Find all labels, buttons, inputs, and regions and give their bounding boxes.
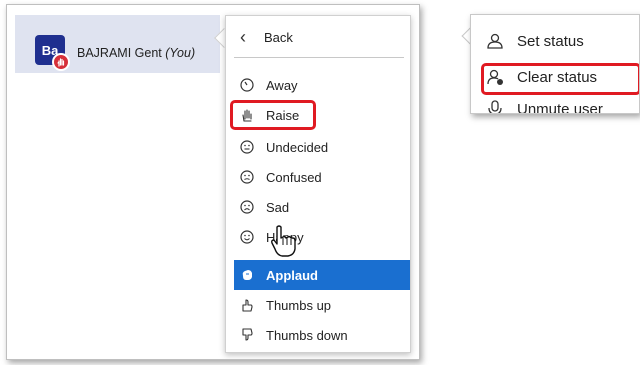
set-status-item[interactable]: Set status — [485, 27, 639, 55]
menu-item-label: Away — [266, 77, 298, 93]
sad-face-icon — [238, 198, 256, 216]
user-icon — [485, 31, 505, 51]
user-list-item[interactable]: Ba BAJRAMI Gent (You) — [15, 15, 220, 73]
happy-face-icon — [238, 228, 256, 246]
raise-hand-status-icon — [52, 53, 70, 71]
user-options-menu: Set status Clear status Unmute user — [470, 14, 640, 114]
set-status-label: Set status — [517, 32, 584, 50]
menu-item-applaud[interactable]: Applaud — [234, 260, 410, 290]
menu-item-thumbs-up[interactable]: Thumbs up — [234, 290, 410, 320]
menu-item-label: Thumbs down — [266, 327, 348, 343]
user-name-text: BAJRAMI Gent — [77, 46, 162, 60]
clear-status-highlight-box — [481, 63, 639, 95]
user-name: BAJRAMI Gent (You) — [77, 46, 195, 60]
unmute-user-item[interactable]: Unmute user — [485, 95, 639, 114]
menu-item-label: Applaud — [266, 267, 318, 283]
confused-face-icon — [238, 168, 256, 186]
back-button[interactable]: ‹ Back — [234, 27, 404, 58]
menu-item-thumbs-down[interactable]: Thumbs down — [234, 320, 410, 350]
thumbs-down-icon — [238, 326, 256, 344]
microphone-icon — [485, 99, 505, 113]
back-label: Back — [264, 30, 293, 45]
neutral-face-icon — [238, 138, 256, 156]
menu-item-confused[interactable]: Confused — [234, 162, 410, 192]
menu-item-away[interactable]: Away — [234, 70, 410, 100]
menu-item-label: Thumbs up — [266, 297, 332, 313]
you-tag: (You) — [165, 46, 196, 60]
user-list-screenshot: Ba BAJRAMI Gent (You) t i ‹ Back Away Ra… — [6, 4, 420, 360]
menu-item-happy[interactable]: Happy — [234, 222, 410, 252]
raise-highlight-box — [230, 100, 316, 130]
menu-item-sad[interactable]: Sad — [234, 192, 410, 222]
menu-item-undecided[interactable]: Undecided — [234, 132, 410, 162]
thumbs-up-icon — [238, 296, 256, 314]
clock-icon — [238, 76, 256, 94]
menu-item-label: Confused — [266, 169, 322, 185]
menu-item-label: Undecided — [266, 139, 329, 155]
menu-item-label: Sad — [266, 199, 290, 215]
status-menu: ‹ Back Away Raise Undecided Confused Sad… — [225, 15, 411, 353]
chevron-left-icon: ‹ — [240, 27, 246, 47]
unmute-user-label: Unmute user — [517, 100, 603, 114]
hand-cursor-icon — [271, 225, 296, 257]
applaud-icon — [238, 266, 256, 284]
